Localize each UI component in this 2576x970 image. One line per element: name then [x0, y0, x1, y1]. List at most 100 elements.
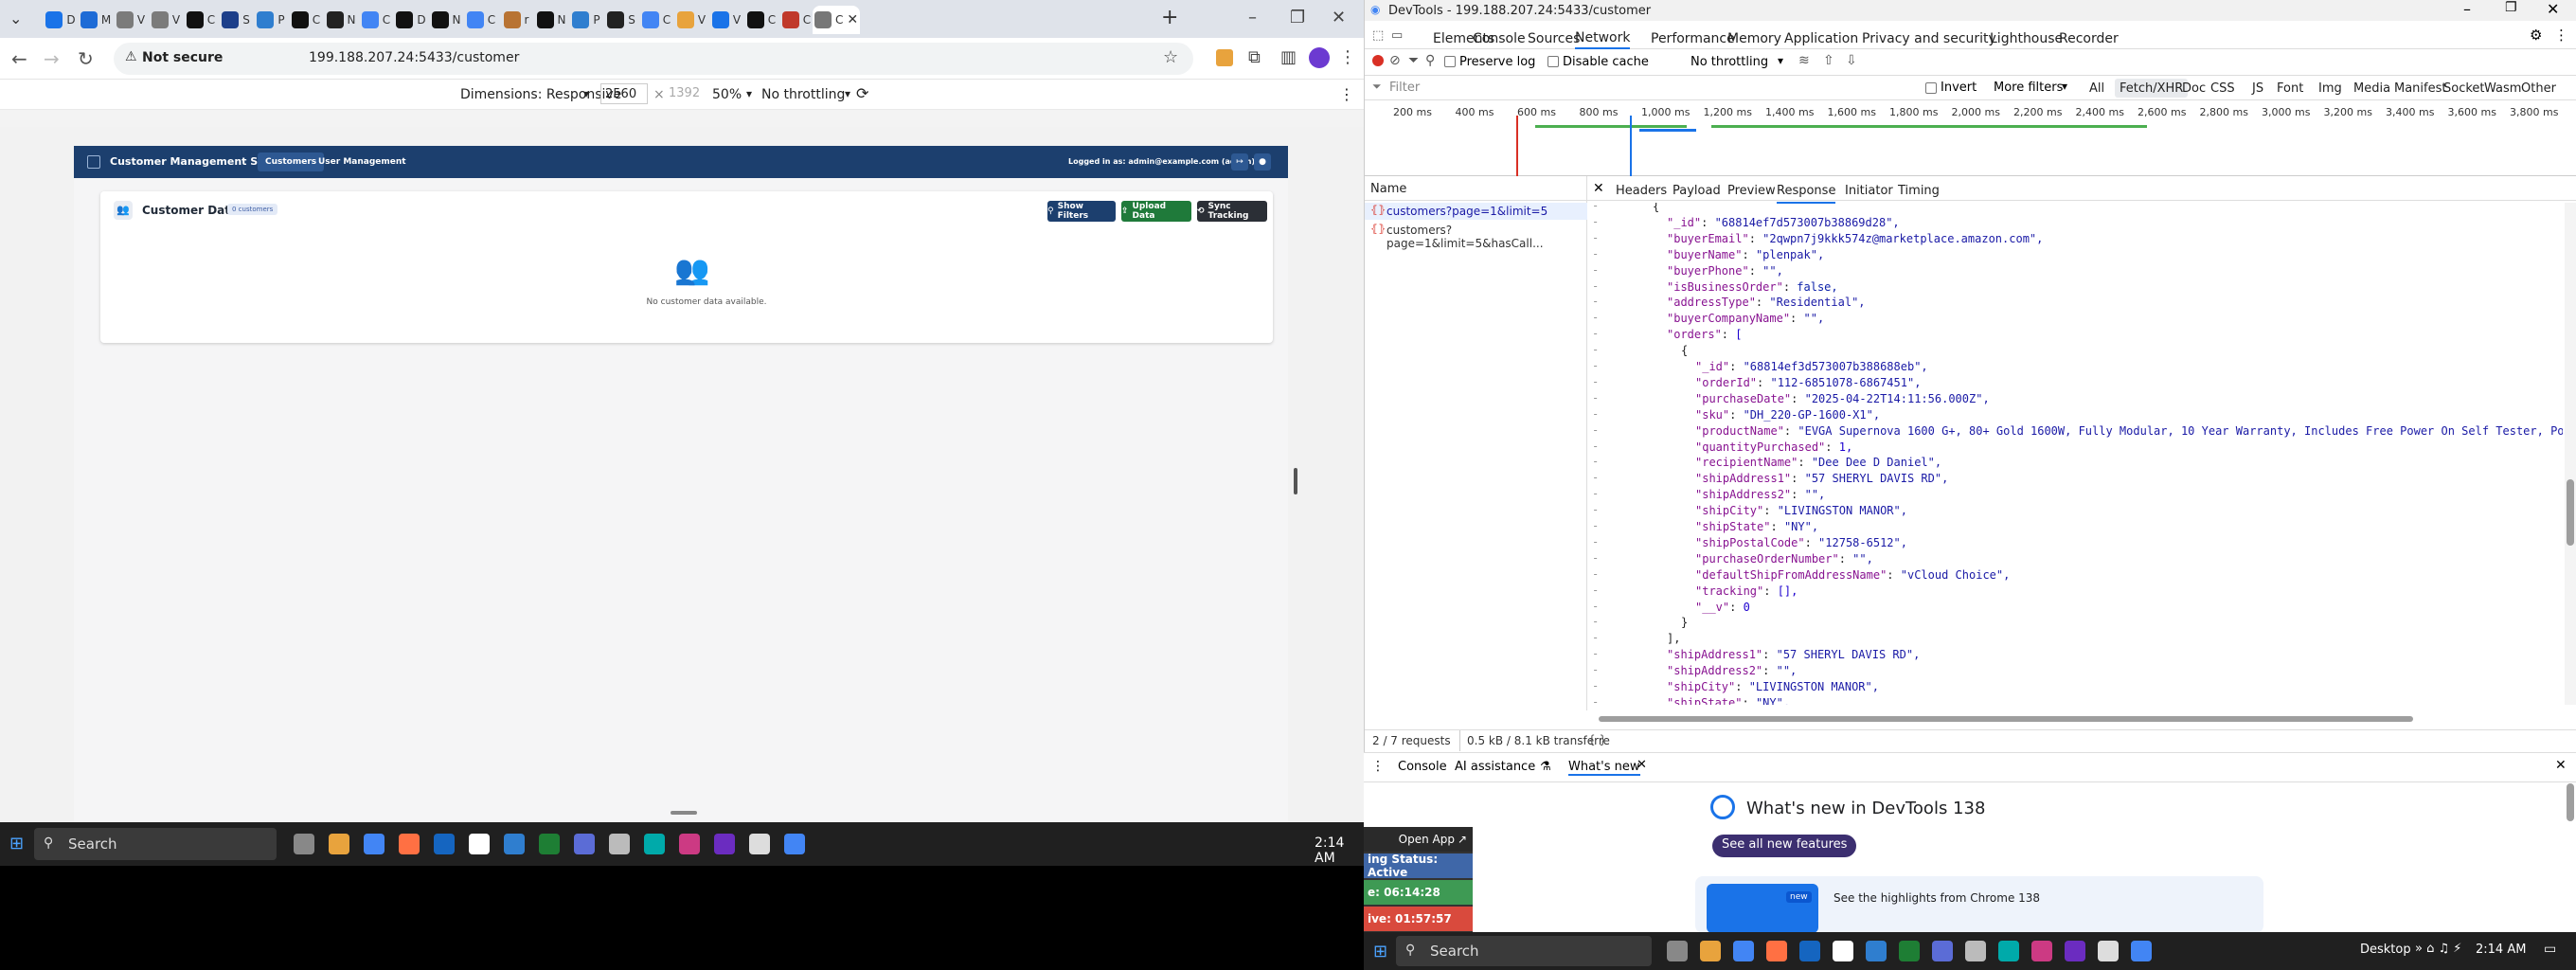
- browser-tab[interactable]: N: [532, 6, 570, 34]
- more-filters-select[interactable]: More filters: [1994, 81, 2063, 95]
- detail-tab-headers[interactable]: Headers: [1616, 184, 1667, 198]
- filter-type-css[interactable]: CSS: [2206, 79, 2240, 98]
- browser-tab[interactable]: C: [742, 6, 780, 34]
- zoom-select[interactable]: 50%: [712, 87, 742, 102]
- devtools-minimize-icon[interactable]: –: [2463, 0, 2471, 18]
- close-detail-icon[interactable]: ✕: [1593, 181, 1604, 196]
- browser-tab[interactable]: V: [147, 6, 185, 34]
- highlights-card[interactable]: new See the highlights from Chrome 138: [1695, 876, 2263, 933]
- disable-cache-checkbox[interactable]: [1547, 56, 1559, 67]
- drawer-tab-ai-assistance[interactable]: AI assistance: [1455, 760, 1535, 774]
- taskbar-app-icon[interactable]: [2131, 941, 2152, 961]
- preserve-log-checkbox[interactable]: [1444, 56, 1456, 67]
- back-icon[interactable]: ←: [11, 47, 27, 70]
- browser-tab[interactable]: M: [77, 6, 115, 34]
- devtools-tab-recorder[interactable]: Recorder: [2059, 28, 2119, 49]
- minimize-icon[interactable]: –: [1248, 8, 1257, 27]
- filter-type-all[interactable]: All: [2084, 79, 2109, 98]
- taskbar-app-icon[interactable]: [1700, 941, 1721, 961]
- taskbar-app-icon[interactable]: [294, 834, 314, 854]
- devtools-tab-console[interactable]: Console: [1473, 28, 1526, 49]
- sync-tracking-button[interactable]: ⟲ Sync Tracking: [1197, 201, 1267, 222]
- taskbar-search-box[interactable]: ⚲ Search: [34, 828, 277, 860]
- browser-tab[interactable]: C: [637, 6, 675, 34]
- user-icon[interactable]: ●: [1254, 153, 1271, 171]
- close-window-icon[interactable]: ✕: [1332, 8, 1346, 27]
- browser-tab[interactable]: C: [462, 6, 500, 34]
- extensions-puzzle-icon[interactable]: ⧉: [1248, 47, 1261, 67]
- security-label[interactable]: Not secure: [142, 50, 223, 65]
- browser-tab[interactable]: S: [217, 6, 255, 34]
- browser-tab[interactable]: r: [497, 6, 535, 34]
- taskbar-app-icon[interactable]: [1965, 941, 1986, 961]
- scroll-thumb[interactable]: [2567, 479, 2574, 546]
- taskbar-app-icon[interactable]: [2098, 941, 2119, 961]
- browser-tab[interactable]: C: [182, 6, 220, 34]
- network-throttle-select[interactable]: No throttling: [1690, 55, 1768, 69]
- browser-tab[interactable]: V: [672, 6, 710, 34]
- taskbar-app-icon[interactable]: [574, 834, 595, 854]
- taskbar-app-icon[interactable]: [434, 834, 455, 854]
- taskbar-app-icon[interactable]: [364, 834, 385, 854]
- address-bar[interactable]: ⚠ Not secure 199.188.207.24:5433/custome…: [114, 43, 1193, 75]
- browser-tab[interactable]: P: [252, 6, 290, 34]
- browser-tab[interactable]: V: [112, 6, 150, 34]
- devtools-tab-network[interactable]: Network: [1575, 28, 1631, 49]
- browser-tab[interactable]: C: [778, 6, 815, 34]
- taskbar-app-icon[interactable]: [2031, 941, 2052, 961]
- browser-tab[interactable]: C: [287, 6, 325, 34]
- filter-funnel-icon[interactable]: ⏷: [1408, 53, 1419, 68]
- desktop-label[interactable]: Desktop: [2360, 943, 2411, 957]
- resize-handle-right[interactable]: [1294, 468, 1297, 494]
- taskbar-app-icon[interactable]: [329, 834, 349, 854]
- taskbar-app-icon[interactable]: [1932, 941, 1953, 961]
- drawer-scrollbar[interactable]: [2567, 783, 2574, 821]
- restore-icon[interactable]: ❐: [1290, 8, 1305, 27]
- close-whats-new-icon[interactable]: ✕: [1637, 758, 1647, 772]
- taskbar-app-icon[interactable]: [1899, 941, 1920, 961]
- open-app-button[interactable]: Open App ↗: [1364, 827, 1473, 852]
- detail-tab-preview[interactable]: Preview: [1727, 184, 1776, 198]
- devtools-tab-privacy-and-security[interactable]: Privacy and security: [1862, 28, 1996, 49]
- filter-type-img[interactable]: Img: [2314, 79, 2347, 98]
- forward-icon[interactable]: →: [44, 47, 60, 70]
- network-conditions-icon[interactable]: ≋: [1798, 53, 1810, 68]
- horizontal-scroll-thumb[interactable]: [1599, 716, 2413, 722]
- tab-search-icon[interactable]: ⌄: [9, 9, 22, 27]
- devtools-tab-performance[interactable]: Performance: [1651, 28, 1735, 49]
- upload-data-button[interactable]: ⇪ Upload Data: [1121, 201, 1191, 222]
- devtools-tab-lighthouse[interactable]: Lighthouse: [1990, 28, 2063, 49]
- network-search-icon[interactable]: ⚲: [1425, 53, 1435, 68]
- taskbar-app-icon[interactable]: [1799, 941, 1820, 961]
- show-filters-button[interactable]: ⚲ Show Filters: [1047, 201, 1116, 222]
- profile-avatar[interactable]: [1309, 47, 1330, 68]
- taskbar-app-icon[interactable]: [504, 834, 525, 854]
- request-row[interactable]: ⦃⦄ customers?page=1&limit=5: [1365, 203, 1587, 220]
- taskbar-app-icon[interactable]: [609, 834, 630, 854]
- taskbar-app-icon[interactable]: [679, 834, 700, 854]
- width-input[interactable]: 2560: [600, 83, 648, 104]
- browser-tab[interactable]: D: [42, 6, 80, 34]
- tray-icons[interactable]: » ⌂ ♫ ⚡: [2415, 942, 2461, 956]
- rotate-icon[interactable]: ⟳: [856, 84, 868, 102]
- notification-icon[interactable]: ▭: [2544, 942, 2556, 957]
- browser-tab[interactable]: D: [392, 6, 430, 34]
- devtools-close-icon[interactable]: ✕: [2547, 0, 2559, 18]
- url-text[interactable]: 199.188.207.24:5433/customer: [309, 50, 519, 65]
- invert-checkbox[interactable]: [1925, 82, 1937, 94]
- detail-tab-response[interactable]: Response: [1777, 184, 1836, 204]
- clear-icon[interactable]: ⊘: [1389, 53, 1401, 68]
- filter-type-js[interactable]: JS: [2247, 79, 2268, 98]
- taskbar-app-icon[interactable]: [714, 834, 735, 854]
- logout-icon[interactable]: ↦: [1231, 153, 1248, 171]
- export-har-icon[interactable]: ⇩: [1846, 53, 1857, 68]
- resize-handle-bottom[interactable]: [671, 811, 697, 815]
- devtools-tab-sources[interactable]: Sources: [1528, 28, 1580, 49]
- bookmark-star-icon[interactable]: ☆: [1163, 47, 1178, 67]
- see-all-features-button[interactable]: See all new features: [1712, 835, 1857, 857]
- request-row[interactable]: ⦃⦄ customers?page=1&limit=5&hasCall...: [1365, 222, 1587, 250]
- taskbar-app-icon[interactable]: [539, 834, 560, 854]
- device-menu-icon[interactable]: ⋮: [1339, 85, 1354, 103]
- filter-type-font[interactable]: Font: [2272, 79, 2308, 98]
- taskbar-app-icon[interactable]: [644, 834, 665, 854]
